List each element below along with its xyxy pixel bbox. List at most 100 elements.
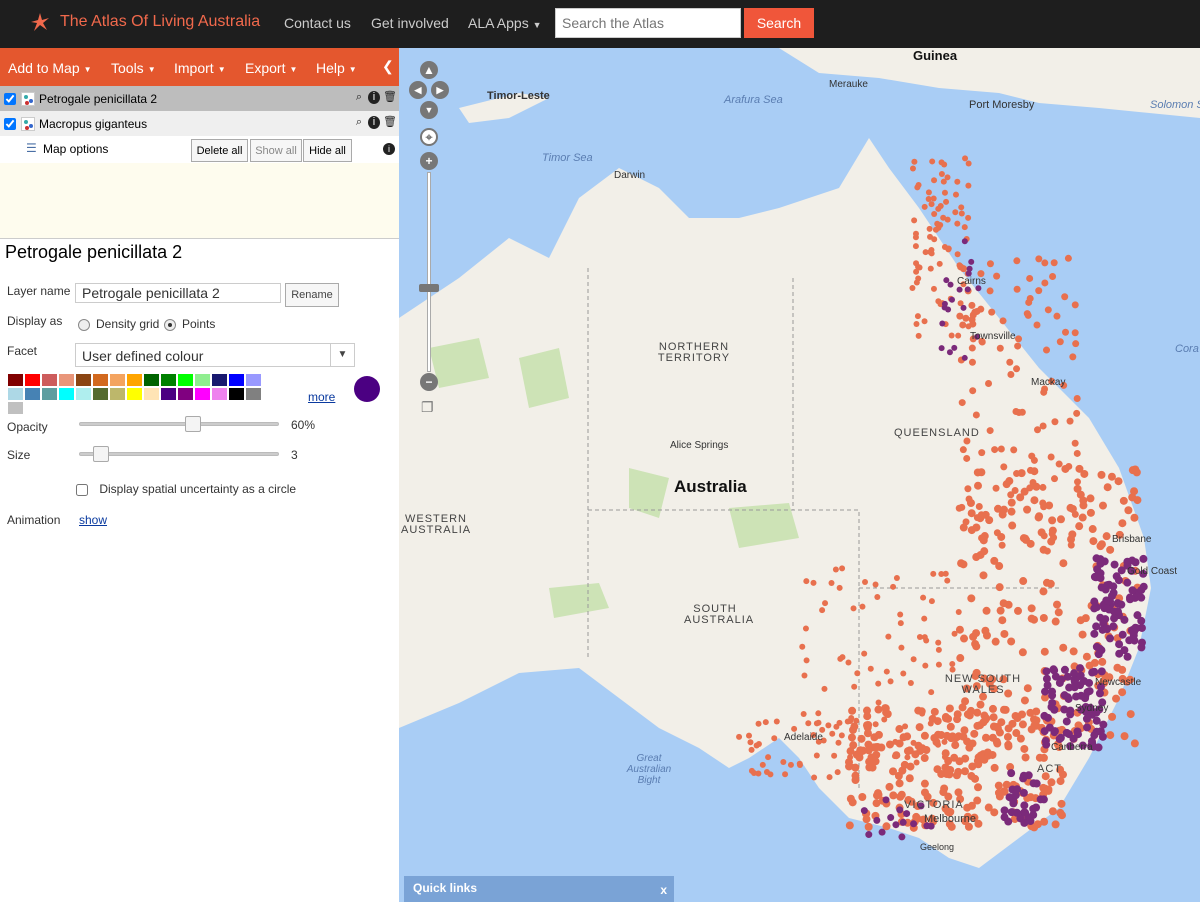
layer-visibility-checkbox[interactable] [4, 92, 16, 105]
layers-icon[interactable]: ❐ [421, 399, 437, 415]
colour-swatch[interactable] [195, 374, 210, 386]
nav-contact-us[interactable]: Contact us [284, 15, 351, 31]
colour-swatch[interactable] [178, 374, 193, 386]
points-radio[interactable] [164, 318, 176, 331]
more-link[interactable]: more [308, 390, 335, 404]
colour-swatch[interactable] [229, 388, 244, 400]
occurrence-point [998, 541, 1006, 549]
occurrence-point [1114, 576, 1123, 585]
colour-swatch[interactable] [93, 374, 108, 386]
colour-swatch[interactable] [59, 374, 74, 386]
collapse-panel-icon[interactable]: ❮ [382, 58, 394, 75]
menu-add-to-map[interactable]: Add to Map ▼ [8, 60, 92, 76]
density-grid-option[interactable]: Density grid [78, 317, 159, 331]
close-quick-links-icon[interactable]: x [660, 883, 667, 897]
colour-swatch[interactable] [25, 388, 40, 400]
more-colours-link[interactable]: more [308, 390, 335, 404]
layer-row-macropus[interactable]: Macropus giganteus ⌕ i 🗑 [0, 111, 399, 136]
delete-icon[interactable]: 🗑 [383, 116, 397, 129]
occurrence-point [973, 468, 982, 477]
uncertainty-checkbox[interactable] [76, 483, 88, 496]
colour-swatch[interactable] [110, 388, 125, 400]
colour-swatch[interactable] [144, 374, 159, 386]
pan-up-icon[interactable]: ▲ [420, 61, 438, 79]
pan-right-icon[interactable]: ▶ [431, 81, 449, 99]
occurrence-point [1079, 677, 1088, 686]
layer-visibility-checkbox[interactable] [4, 117, 16, 130]
info-icon[interactable]: i [368, 116, 380, 129]
colour-swatch[interactable] [42, 374, 57, 386]
colour-swatch[interactable] [110, 374, 125, 386]
colour-swatch[interactable] [127, 374, 142, 386]
quick-links-bar[interactable]: Quick links x [404, 876, 674, 902]
colour-swatch[interactable] [212, 374, 227, 386]
colour-swatch[interactable] [144, 388, 159, 400]
zoom-slider-track[interactable] [427, 172, 431, 372]
occurrence-point [1097, 470, 1106, 479]
colour-swatch[interactable] [8, 402, 23, 414]
delete-icon[interactable]: 🗑 [383, 91, 397, 104]
brand-link[interactable]: The Atlas Of Living Australia [28, 10, 260, 34]
colour-swatch[interactable] [161, 374, 176, 386]
occurrence-point [826, 774, 833, 781]
uncertainty-option[interactable]: Display spatial uncertainty as a circle [76, 482, 296, 496]
colour-swatch[interactable] [195, 388, 210, 400]
colour-swatch[interactable] [8, 388, 23, 400]
zoom-slider-handle[interactable] [419, 284, 439, 292]
occurrence-point [1098, 501, 1107, 510]
colour-swatch[interactable] [76, 388, 91, 400]
size-slider-handle[interactable] [93, 446, 109, 462]
info-icon[interactable]: i [368, 91, 380, 104]
nav-ala-apps[interactable]: ALA Apps ▼ [468, 15, 542, 31]
zoom-to-layer-icon[interactable]: ⌕ [353, 116, 365, 129]
menu-export[interactable]: Export ▼ [245, 60, 297, 76]
info-icon[interactable]: i [383, 143, 395, 155]
menu-tools[interactable]: Tools ▼ [111, 60, 156, 76]
nav-get-involved[interactable]: Get involved [371, 15, 449, 31]
occurrence-point [1039, 499, 1047, 507]
points-option[interactable]: Points [164, 317, 215, 331]
animation-show-link[interactable]: show [79, 513, 107, 527]
colour-swatch[interactable] [127, 388, 142, 400]
pan-left-icon[interactable]: ◀ [409, 81, 427, 99]
colour-swatch[interactable] [76, 374, 91, 386]
animation-show[interactable]: show [79, 513, 107, 527]
zoom-to-layer-icon[interactable]: ⌕ [353, 91, 365, 104]
colour-swatch[interactable] [93, 388, 108, 400]
menu-help[interactable]: Help ▼ [316, 60, 357, 76]
search-input[interactable] [555, 8, 741, 38]
map-view[interactable]: Guinea Merauke Timor-Leste Arafura Sea P… [399, 48, 1200, 902]
dropdown-arrow-icon[interactable]: ▼ [330, 344, 354, 366]
colour-swatch[interactable] [246, 374, 261, 386]
colour-swatch[interactable] [229, 374, 244, 386]
hide-all-button[interactable]: Hide all [303, 139, 352, 162]
map-options-link[interactable]: Map options [43, 142, 108, 156]
layer-name-input[interactable]: Petrogale penicillata 2 [75, 283, 281, 303]
search-button[interactable]: Search [744, 8, 814, 38]
occurrence-point [822, 600, 829, 607]
colour-swatch[interactable] [212, 388, 227, 400]
facet-select[interactable]: User defined colour ▼ [75, 343, 355, 367]
colour-swatch[interactable] [161, 388, 176, 400]
colour-swatch[interactable] [59, 388, 74, 400]
layer-row-petrogale[interactable]: Petrogale penicillata 2 ⌕ i 🗑 [0, 86, 399, 111]
colour-swatch[interactable] [246, 388, 261, 400]
colour-swatch[interactable] [8, 374, 23, 386]
occurrence-point [889, 791, 898, 800]
show-all-button[interactable]: Show all [250, 139, 302, 162]
rename-button[interactable]: Rename [285, 283, 339, 307]
opacity-slider-handle[interactable] [185, 416, 201, 432]
opacity-slider-track[interactable] [79, 422, 279, 426]
colour-swatch[interactable] [178, 388, 193, 400]
pan-down-icon[interactable]: ▼ [420, 101, 438, 119]
locate-icon[interactable]: ⌖ [420, 128, 438, 146]
menu-import[interactable]: Import ▼ [174, 60, 226, 76]
delete-all-button[interactable]: Delete all [191, 139, 248, 162]
zoom-in-icon[interactable]: + [420, 152, 438, 170]
zoom-out-icon[interactable]: − [420, 373, 438, 391]
size-slider-track[interactable] [79, 452, 279, 456]
colour-swatch[interactable] [42, 388, 57, 400]
selected-colour-swatch[interactable] [354, 376, 380, 402]
colour-swatch[interactable] [25, 374, 40, 386]
density-grid-radio[interactable] [78, 318, 90, 331]
